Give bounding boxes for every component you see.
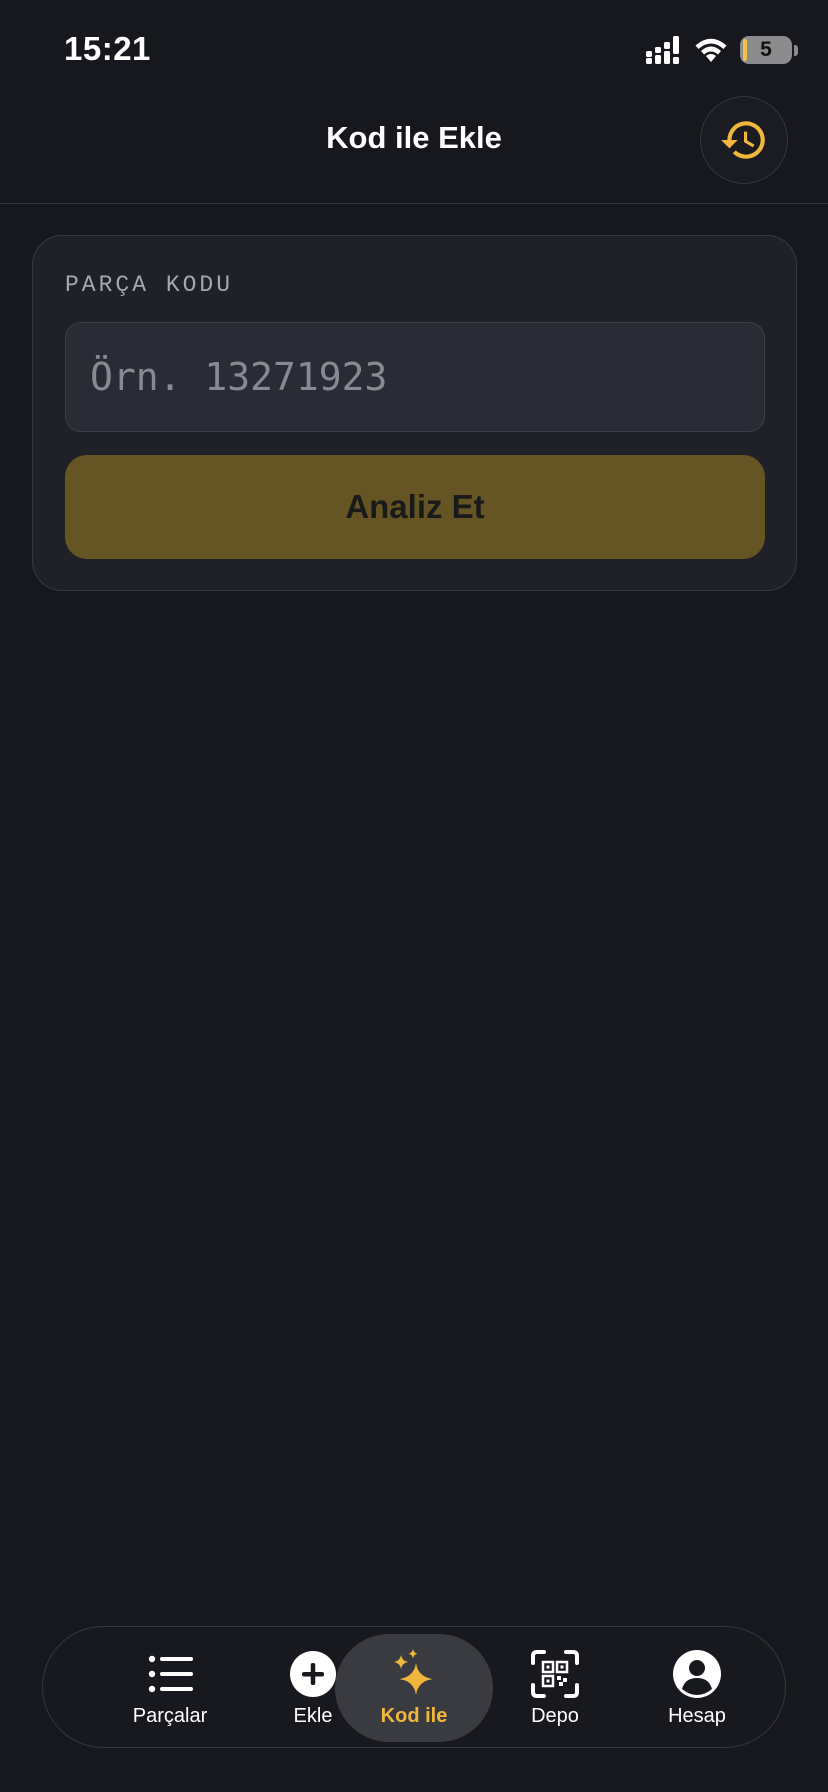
account-icon [673, 1650, 721, 1698]
tab-hesap[interactable]: Hesap [622, 1627, 772, 1749]
tab-label: Kod ile [380, 1705, 448, 1727]
status-indicators: 5 [646, 34, 798, 66]
tab-label: Parçalar [132, 1705, 208, 1727]
sparkles-icon [394, 1649, 433, 1695]
tab-label: Ekle [293, 1705, 333, 1727]
wifi-icon [695, 38, 727, 62]
tab-depo[interactable]: Depo [480, 1627, 630, 1749]
analyze-button[interactable]: Analiz Et [65, 455, 765, 559]
code-entry-card: PARÇA KODU Analiz Et [32, 235, 797, 591]
battery-icon: 5 [740, 36, 792, 64]
status-bar: 15:21 5 [0, 0, 828, 100]
header: Kod ile Ekle [0, 86, 828, 204]
tab-kod-ile[interactable]: Kod ile [339, 1627, 489, 1749]
part-code-input[interactable] [65, 322, 765, 432]
battery-level: 5 [760, 38, 772, 61]
part-code-label: PARÇA KODU [65, 272, 234, 298]
tab-parcalar[interactable]: Parçalar [95, 1627, 245, 1749]
qr-scan-icon [531, 1650, 579, 1698]
tab-label: Hesap [668, 1705, 726, 1727]
history-icon [721, 121, 765, 159]
plus-circle-icon [290, 1651, 336, 1697]
list-icon [148, 1655, 193, 1693]
status-time: 15:21 [64, 30, 151, 67]
history-button[interactable] [700, 96, 788, 184]
signal-icon [646, 36, 679, 64]
bottom-tab-bar: Parçalar Ekle Kod ile Depo Hesap [42, 1626, 786, 1748]
battery-cap [794, 44, 798, 56]
tab-label: Depo [531, 1705, 579, 1727]
